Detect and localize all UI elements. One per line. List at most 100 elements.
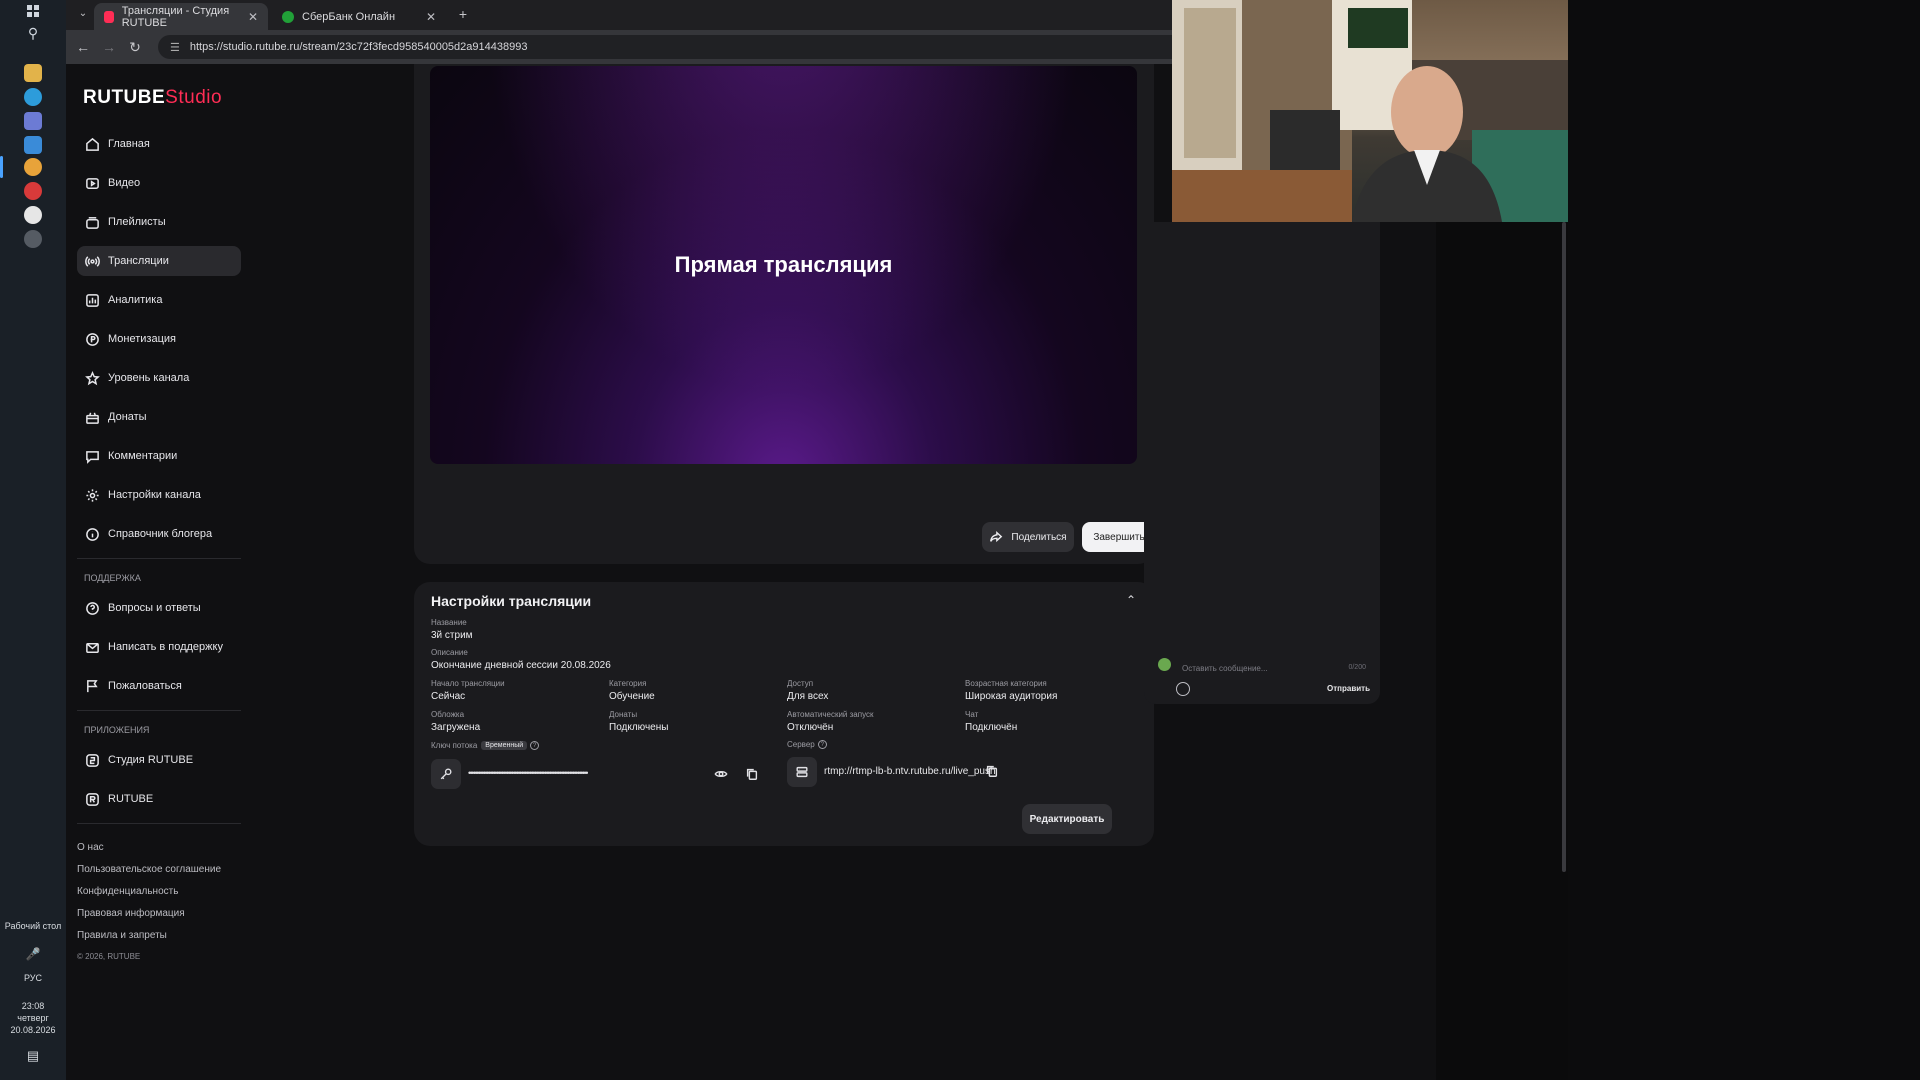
emoji-icon[interactable] (1176, 682, 1190, 696)
share-button[interactable]: Поделиться (982, 522, 1074, 552)
sidebar-item-donates[interactable]: Донаты (77, 402, 241, 432)
sidebar-item-label: Видео (108, 177, 141, 189)
logo-accent: Studio (165, 87, 223, 108)
field-cover: Обложка Загружена (431, 710, 480, 733)
chrome-icon[interactable] (24, 158, 42, 176)
sidebar-divider (77, 710, 241, 711)
field-label: Ключ потока (431, 741, 478, 750)
stream-preview[interactable]: Прямая трансляция (430, 66, 1137, 464)
field-autostart: Автоматический запуск Отключён (787, 710, 873, 733)
new-tab-icon[interactable]: + (450, 6, 476, 22)
footer-link-rules[interactable]: Правила и запреты (75, 930, 241, 941)
search-icon[interactable]: ⚲ (22, 22, 44, 44)
field-access: Доступ Для всех (787, 679, 828, 702)
rutube-studio-logo[interactable]: RUTUBEStudio (83, 87, 222, 109)
sidebar-item-broadcasts[interactable]: Трансляции (77, 246, 241, 276)
field-value: Окончание дневной сессии 20.08.2026 (431, 660, 611, 671)
chat-message-input[interactable]: Оставить сообщение... (1182, 664, 1268, 673)
yandex-icon[interactable] (24, 206, 42, 224)
sidebar-item-analytics[interactable]: Аналитика (77, 285, 241, 315)
sidebar-item-label: Главная (108, 138, 150, 150)
field-label: Название (431, 618, 467, 627)
close-tab-icon[interactable]: ✕ (248, 10, 258, 24)
reload-icon[interactable]: ↻ (122, 39, 148, 56)
flag-icon (84, 678, 100, 694)
clock-time[interactable]: 23:08 (0, 1000, 66, 1012)
sidebar-item-label: Справочник блогера (108, 528, 213, 540)
collapse-chevron-icon[interactable]: ⌃ (1126, 593, 1136, 607)
sidebar-item-faq[interactable]: Вопросы и ответы (77, 593, 241, 623)
ruble-icon (84, 331, 100, 347)
eye-icon[interactable] (713, 766, 729, 782)
sidebar-item-label: Донаты (108, 411, 147, 423)
send-button[interactable]: Отправить (1327, 684, 1370, 693)
store-icon[interactable] (24, 112, 42, 130)
server-url-value[interactable]: rtmp://rtmp-lb-b.ntv.rutube.ru/live_push (824, 766, 996, 777)
desktop-label[interactable]: Рабочий стол (0, 920, 66, 932)
footer-link-about[interactable]: О нас (75, 842, 241, 853)
sidebar-item-label: Комментарии (108, 450, 178, 462)
clock-day: четверг (17, 1013, 49, 1023)
sidebar-item-channel-settings[interactable]: Настройки канала (77, 480, 241, 510)
close-tab-icon[interactable]: ✕ (426, 10, 436, 24)
sidebar-item-video[interactable]: Видео (77, 168, 241, 198)
microphone-icon[interactable]: 🎤 (0, 948, 66, 960)
copy-key-icon[interactable] (744, 766, 760, 782)
settings-app-icon[interactable] (24, 230, 42, 248)
help-icon[interactable]: ? (817, 740, 827, 749)
back-icon[interactable]: ← (70, 39, 96, 55)
sidebar-divider (77, 558, 241, 559)
copy-server-icon[interactable] (984, 763, 1000, 779)
field-description: Описание Окончание дневной сессии 20.08.… (431, 648, 611, 671)
webcam-scene (1172, 0, 1568, 222)
sidebar-item-monetization[interactable]: Монетизация (77, 324, 241, 354)
comment-icon (84, 448, 100, 464)
field-label: Описание (431, 648, 468, 657)
field-label: Автоматический запуск (787, 710, 874, 719)
tab-search-chevron-icon[interactable]: ⌄ (70, 8, 96, 19)
sidebar-item-comments[interactable]: Комментарии (77, 441, 241, 471)
file-explorer-icon[interactable] (24, 64, 42, 82)
chat-char-counter: 0/200 (1348, 664, 1366, 671)
edit-button[interactable]: Редактировать (1022, 804, 1112, 834)
footer-link-privacy[interactable]: Конфиденциальность (75, 886, 241, 897)
footer-link-legal[interactable]: Правовая информация (75, 908, 241, 919)
sidebar-item-report[interactable]: Пожаловаться (77, 671, 241, 701)
sidebar-item-label: Аналитика (108, 294, 163, 306)
field-label: Доступ (787, 679, 814, 688)
notification-icon[interactable]: ▤ (0, 1049, 66, 1062)
player-card: Прямая трансляция Поделиться Завершить (414, 64, 1156, 564)
language-indicator[interactable]: РУС (0, 972, 66, 984)
field-value: Для всех (787, 691, 829, 702)
sidebar-item-playlists[interactable]: Плейлисты (77, 207, 241, 237)
help-icon[interactable]: ? (530, 741, 540, 750)
tab-sberbank[interactable]: СберБанк Онлайн ✕ (272, 3, 446, 30)
sberbank-favicon-icon (282, 10, 294, 23)
stream-key-value[interactable]: ••••••••••••••••••••••••••••••••••••••••… (468, 768, 588, 778)
field-label: Чат (965, 710, 979, 719)
app-icon[interactable] (24, 136, 42, 154)
windows-start-icon[interactable] (22, 0, 44, 22)
app-red-icon[interactable] (24, 182, 42, 200)
sidebar-item-write-support[interactable]: Написать в поддержку (77, 632, 241, 662)
edge-icon[interactable] (24, 88, 42, 106)
sidebar-item-label: Вопросы и ответы (108, 602, 201, 614)
sidebar-item-label: Трансляции (108, 255, 169, 267)
field-server-label: Сервер ? (787, 740, 827, 752)
sidebar-item-blogger-guide[interactable]: Справочник блогера (77, 519, 241, 549)
sidebar-item-studio-app[interactable]: Студия RUTUBE (77, 745, 241, 775)
gift-icon (84, 409, 100, 425)
sidebar-item-label: RUTUBE (108, 793, 154, 805)
page-scrollbar[interactable] (1562, 222, 1566, 872)
sidebar-item-home[interactable]: Главная (77, 129, 241, 159)
active-app-indicator (0, 156, 3, 178)
footer-link-terms[interactable]: Пользовательское соглашение (75, 864, 241, 875)
site-info-icon[interactable]: ☰ (170, 41, 180, 54)
sidebar-item-channel-level[interactable]: Уровень канала (77, 363, 241, 393)
tab-rutube-studio[interactable]: Трансляции - Студия RUTUBE ✕ (94, 3, 268, 30)
webcam-overlay (1172, 0, 1568, 222)
sidebar-item-rutube-app[interactable]: RUTUBE (77, 784, 241, 814)
share-button-label: Поделиться (1011, 531, 1067, 543)
forward-icon[interactable]: → (96, 39, 122, 55)
url-text: https://studio.rutube.ru/stream/23c72f3f… (189, 41, 528, 53)
